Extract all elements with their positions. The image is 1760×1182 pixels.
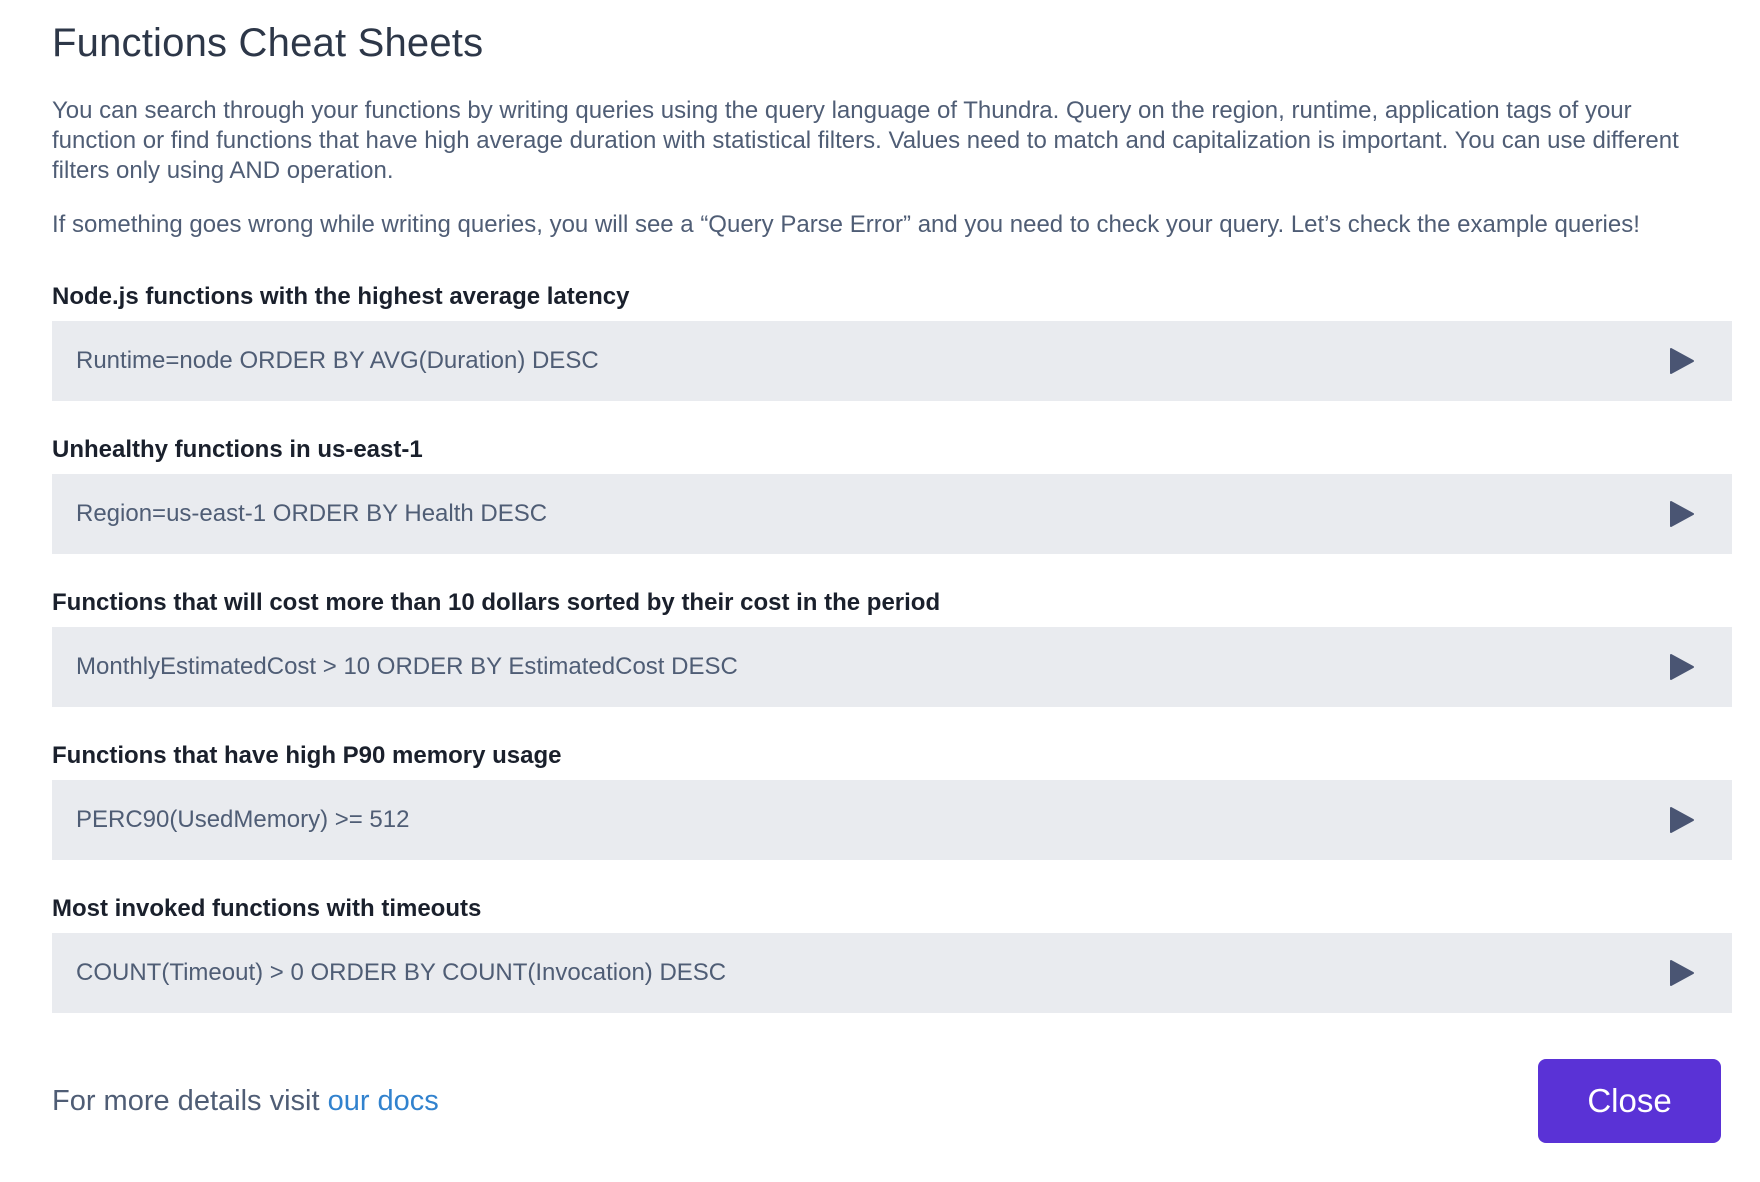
example-query-box[interactable]: Runtime=node ORDER BY AVG(Duration) DESC: [52, 321, 1732, 401]
example-item: Most invoked functions with timeouts COU…: [52, 894, 1732, 1013]
example-query-box[interactable]: COUNT(Timeout) > 0 ORDER BY COUNT(Invoca…: [52, 933, 1732, 1013]
modal-footer: For more details visit our docs Close: [52, 1059, 1721, 1143]
example-item: Functions that have high P90 memory usag…: [52, 741, 1732, 860]
close-button[interactable]: Close: [1538, 1059, 1721, 1143]
example-title: Most invoked functions with timeouts: [52, 895, 482, 922]
cheat-sheet-modal: Functions Cheat Sheets You can search th…: [0, 0, 1760, 1182]
play-icon[interactable]: [1668, 805, 1696, 835]
example-title: Functions that have high P90 memory usag…: [52, 742, 562, 769]
example-query-box[interactable]: Region=us-east-1 ORDER BY Health DESC: [52, 474, 1732, 554]
modal-title: Functions Cheat Sheets: [52, 21, 484, 65]
example-query-text: Runtime=node ORDER BY AVG(Duration) DESC: [76, 347, 599, 374]
example-title: Unhealthy functions in us-east-1: [52, 436, 423, 463]
play-icon[interactable]: [1668, 652, 1696, 682]
docs-link[interactable]: our docs: [328, 1085, 439, 1117]
example-query-text: MonthlyEstimatedCost > 10 ORDER BY Estim…: [76, 653, 738, 680]
intro-paragraph: If something goes wrong while writing qu…: [52, 211, 1640, 238]
example-item: Unhealthy functions in us-east-1 Region=…: [52, 435, 1732, 554]
intro-paragraph: You can search through your functions by…: [52, 97, 1679, 184]
docs-note-text: For more details visit: [52, 1084, 328, 1117]
example-query-text: Region=us-east-1 ORDER BY Health DESC: [76, 500, 548, 527]
example-query-text: COUNT(Timeout) > 0 ORDER BY COUNT(Invoca…: [76, 959, 727, 986]
example-query-box[interactable]: MonthlyEstimatedCost > 10 ORDER BY Estim…: [52, 627, 1732, 707]
example-list: Node.js functions with the highest avera…: [52, 282, 1732, 1013]
example-item: Functions that will cost more than 10 do…: [52, 588, 1732, 707]
example-query-box[interactable]: PERC90(UsedMemory) >= 512: [52, 780, 1732, 860]
example-query-text: PERC90(UsedMemory) >= 512: [76, 806, 410, 833]
example-title: Functions that will cost more than 10 do…: [52, 589, 941, 616]
play-icon[interactable]: [1668, 958, 1696, 988]
docs-note: For more details visit our docs: [52, 1085, 439, 1118]
example-item: Node.js functions with the highest avera…: [52, 282, 1732, 401]
example-title: Node.js functions with the highest avera…: [52, 283, 630, 310]
play-icon[interactable]: [1668, 499, 1696, 529]
play-icon[interactable]: [1668, 346, 1696, 376]
